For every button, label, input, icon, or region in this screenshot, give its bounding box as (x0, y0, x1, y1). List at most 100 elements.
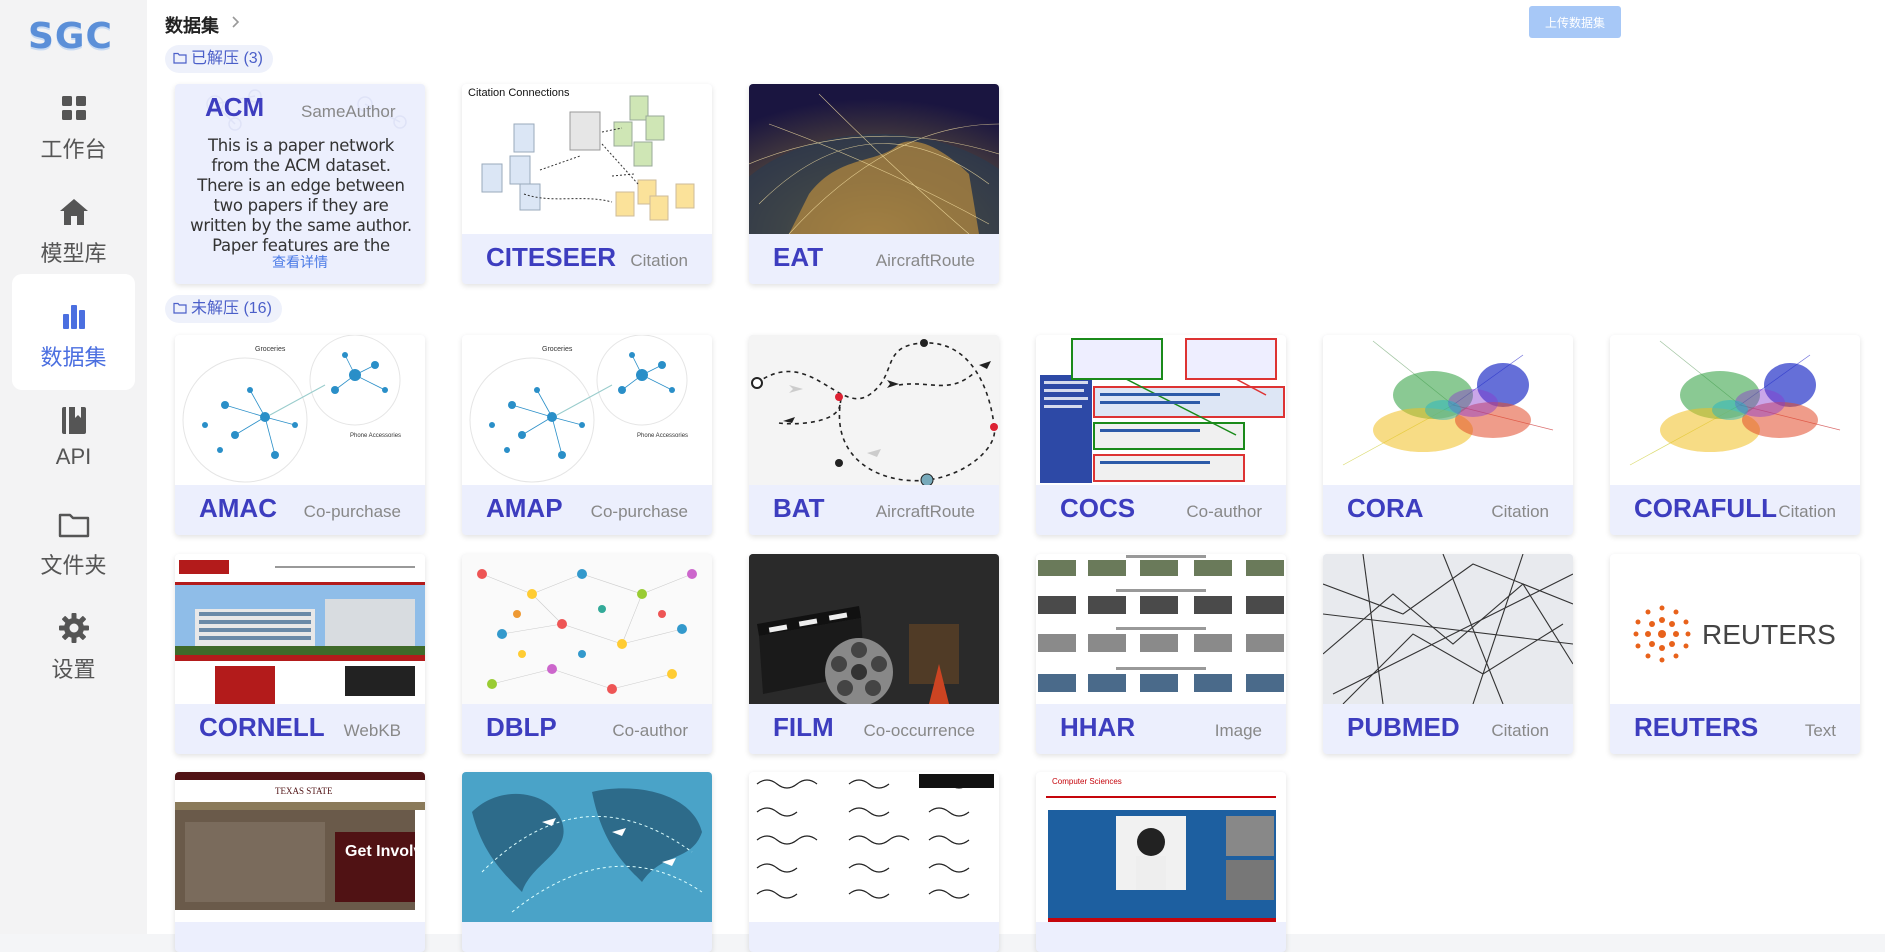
chevron-right-icon (232, 16, 240, 28)
dashboard-icon (62, 96, 86, 120)
activity-image-grid-thumbnail (1036, 554, 1286, 704)
texas-state-website-thumbnail: TEXAS STATE Get Involved! (175, 772, 425, 922)
dataset-card[interactable]: TEXAS STATE Get Involved! (175, 772, 425, 952)
dataset-type: Co-purchase (303, 502, 401, 521)
zipped-section-tag[interactable]: 未解压 (16) (165, 295, 282, 323)
dataset-name: EAT (773, 242, 824, 272)
dataset-name: CORNELL (199, 712, 325, 742)
folder-icon (173, 302, 187, 314)
coauthor-web-thumbnail (1036, 335, 1286, 485)
dataset-name: REUTERS (1634, 712, 1759, 742)
dataset-card[interactable] (749, 772, 999, 952)
dataset-card[interactable] (462, 772, 712, 952)
dataset-card-cora[interactable]: CORA Citation (1323, 335, 1573, 535)
dataset-card-cornell[interactable]: CORNELL WebKB (175, 554, 425, 754)
nav-label: 设置 (51, 657, 96, 682)
dataset-type: Image (1214, 721, 1262, 740)
book-icon (62, 407, 86, 434)
nav-item-api[interactable]: API (12, 378, 135, 494)
citation-graph-thumbnail (1323, 335, 1573, 485)
thumb-label: Get Involved! (345, 843, 425, 860)
upload-dataset-button[interactable]: 上传数据集 (1529, 6, 1621, 38)
dataset-card-cocs[interactable]: COCS Co-author (1036, 335, 1286, 535)
university-website-thumbnail (175, 554, 425, 704)
earth-routes-thumbnail (749, 84, 999, 234)
nav-label: 工作台 (40, 137, 107, 162)
nav-label: 模型库 (40, 241, 107, 266)
line-network-thumbnail (1323, 554, 1573, 704)
co-purchase-graph-thumbnail: Groceries Phone Accessories (175, 335, 425, 485)
dataset-card-pubmed[interactable]: PUBMED Citation (1323, 554, 1573, 754)
folder-icon (58, 513, 90, 538)
dataset-type: SameAuthor (301, 102, 396, 121)
dataset-name: PUBMED (1347, 712, 1460, 742)
world-map-flights-thumbnail (462, 772, 712, 922)
sidebar: SGC 工作台 模型库 数据集 API 文件夹 设置 (0, 0, 147, 934)
dataset-card-corafull[interactable]: CORAFULL Citation (1610, 335, 1860, 535)
dataset-name: ACM (205, 92, 265, 122)
dataset-card-hhar[interactable]: HHAR Image (1036, 554, 1286, 754)
nav-item-workbench[interactable]: 工作台 (12, 66, 135, 182)
nav-item-datasets[interactable]: 数据集 (12, 274, 135, 390)
nav-label: 文件夹 (40, 553, 107, 578)
dataset-name: HHAR (1060, 712, 1136, 742)
dataset-name: AMAP (486, 493, 563, 523)
dataset-card-amac[interactable]: Groceries Phone Accessories AMAC Co-purc… (175, 335, 425, 535)
nav-item-model-library[interactable]: 模型库 (12, 170, 135, 286)
thumb-label: Phone Accessories (350, 433, 401, 439)
section-tag-label: 已解压 (3) (191, 50, 264, 67)
dataset-name: DBLP (486, 712, 557, 742)
cs-department-website-thumbnail: Computer Sciences (1036, 772, 1286, 922)
folder-icon (173, 52, 187, 64)
view-details-link[interactable]: 查看详情 (175, 252, 425, 272)
thumb-label: Computer Sciences (1052, 777, 1122, 786)
unzipped-section-tag[interactable]: 已解压 (3) (165, 45, 274, 73)
dataset-type: Text (1804, 721, 1836, 740)
dataset-card-citeseer[interactable]: Citation Connections CITESEER Citation (462, 84, 712, 284)
dataset-name: FILM (773, 712, 834, 742)
citation-connections-thumbnail: Citation Connections (462, 84, 712, 234)
dataset-card[interactable]: Computer Sciences (1036, 772, 1286, 952)
reuters-wordmark: REUTERS (1702, 619, 1836, 650)
dataset-type: WebKB (343, 721, 401, 740)
dataset-card-film[interactable]: FILM Co-occurrence (749, 554, 999, 754)
breadcrumb: 数据集 (165, 12, 240, 38)
dataset-name: CORAFULL (1634, 493, 1777, 523)
dataset-type: Citation (1491, 502, 1549, 521)
people-network-thumbnail (462, 554, 712, 704)
dataset-type: Citation (1778, 502, 1836, 521)
dataset-card-eat[interactable]: EAT AircraftRoute (749, 84, 999, 284)
breadcrumb-current: 数据集 (165, 16, 219, 36)
citation-graph-thumbnail (1610, 335, 1860, 485)
dataset-card-bat[interactable]: BAT AircraftRoute (749, 335, 999, 535)
home-icon (60, 199, 88, 225)
dataset-type: AircraftRoute (875, 251, 975, 270)
thumb-label: TEXAS STATE (275, 786, 333, 796)
thumb-label: Groceries (542, 346, 573, 353)
dataset-type: Citation (630, 251, 688, 270)
dataset-name: CORA (1347, 493, 1424, 523)
nav-label: API (55, 444, 92, 469)
nav-item-folder[interactable]: 文件夹 (12, 482, 135, 598)
flight-paths-thumbnail (749, 335, 999, 485)
dataset-type: Co-occurrence (863, 721, 976, 740)
bar-chart-icon (63, 305, 85, 329)
dataset-name: CITESEER (486, 242, 617, 272)
dataset-name: COCS (1060, 493, 1136, 523)
dataset-type: Co-author (612, 721, 688, 740)
section-tag-label: 未解压 (16) (191, 300, 272, 317)
app-logo: SGC (28, 16, 113, 57)
dataset-card-acm[interactable]: ACM SameAuthor This is a paper network f… (175, 84, 425, 284)
dataset-type: Co-purchase (590, 502, 688, 521)
thumb-label: Phone Accessories (637, 433, 688, 439)
nav-item-settings[interactable]: 设置 (12, 586, 135, 702)
dataset-name: BAT (773, 493, 825, 523)
thumb-label: Groceries (255, 346, 286, 353)
co-purchase-graph-thumbnail: Groceries Phone Accessories (462, 335, 712, 485)
dataset-card-dblp[interactable]: DBLP Co-author (462, 554, 712, 754)
main-content: 数据集 上传数据集 已解压 (3) ACM SameAuthor This is… (147, 0, 1885, 952)
dataset-card-amap[interactable]: Groceries Phone Accessories AMAP Co-purc… (462, 335, 712, 535)
gear-icon (59, 613, 89, 643)
dataset-description: This is a paper network from the ACM dat… (190, 136, 412, 255)
dataset-card-reuters[interactable]: REUTERS REUTERS Text (1610, 554, 1860, 754)
